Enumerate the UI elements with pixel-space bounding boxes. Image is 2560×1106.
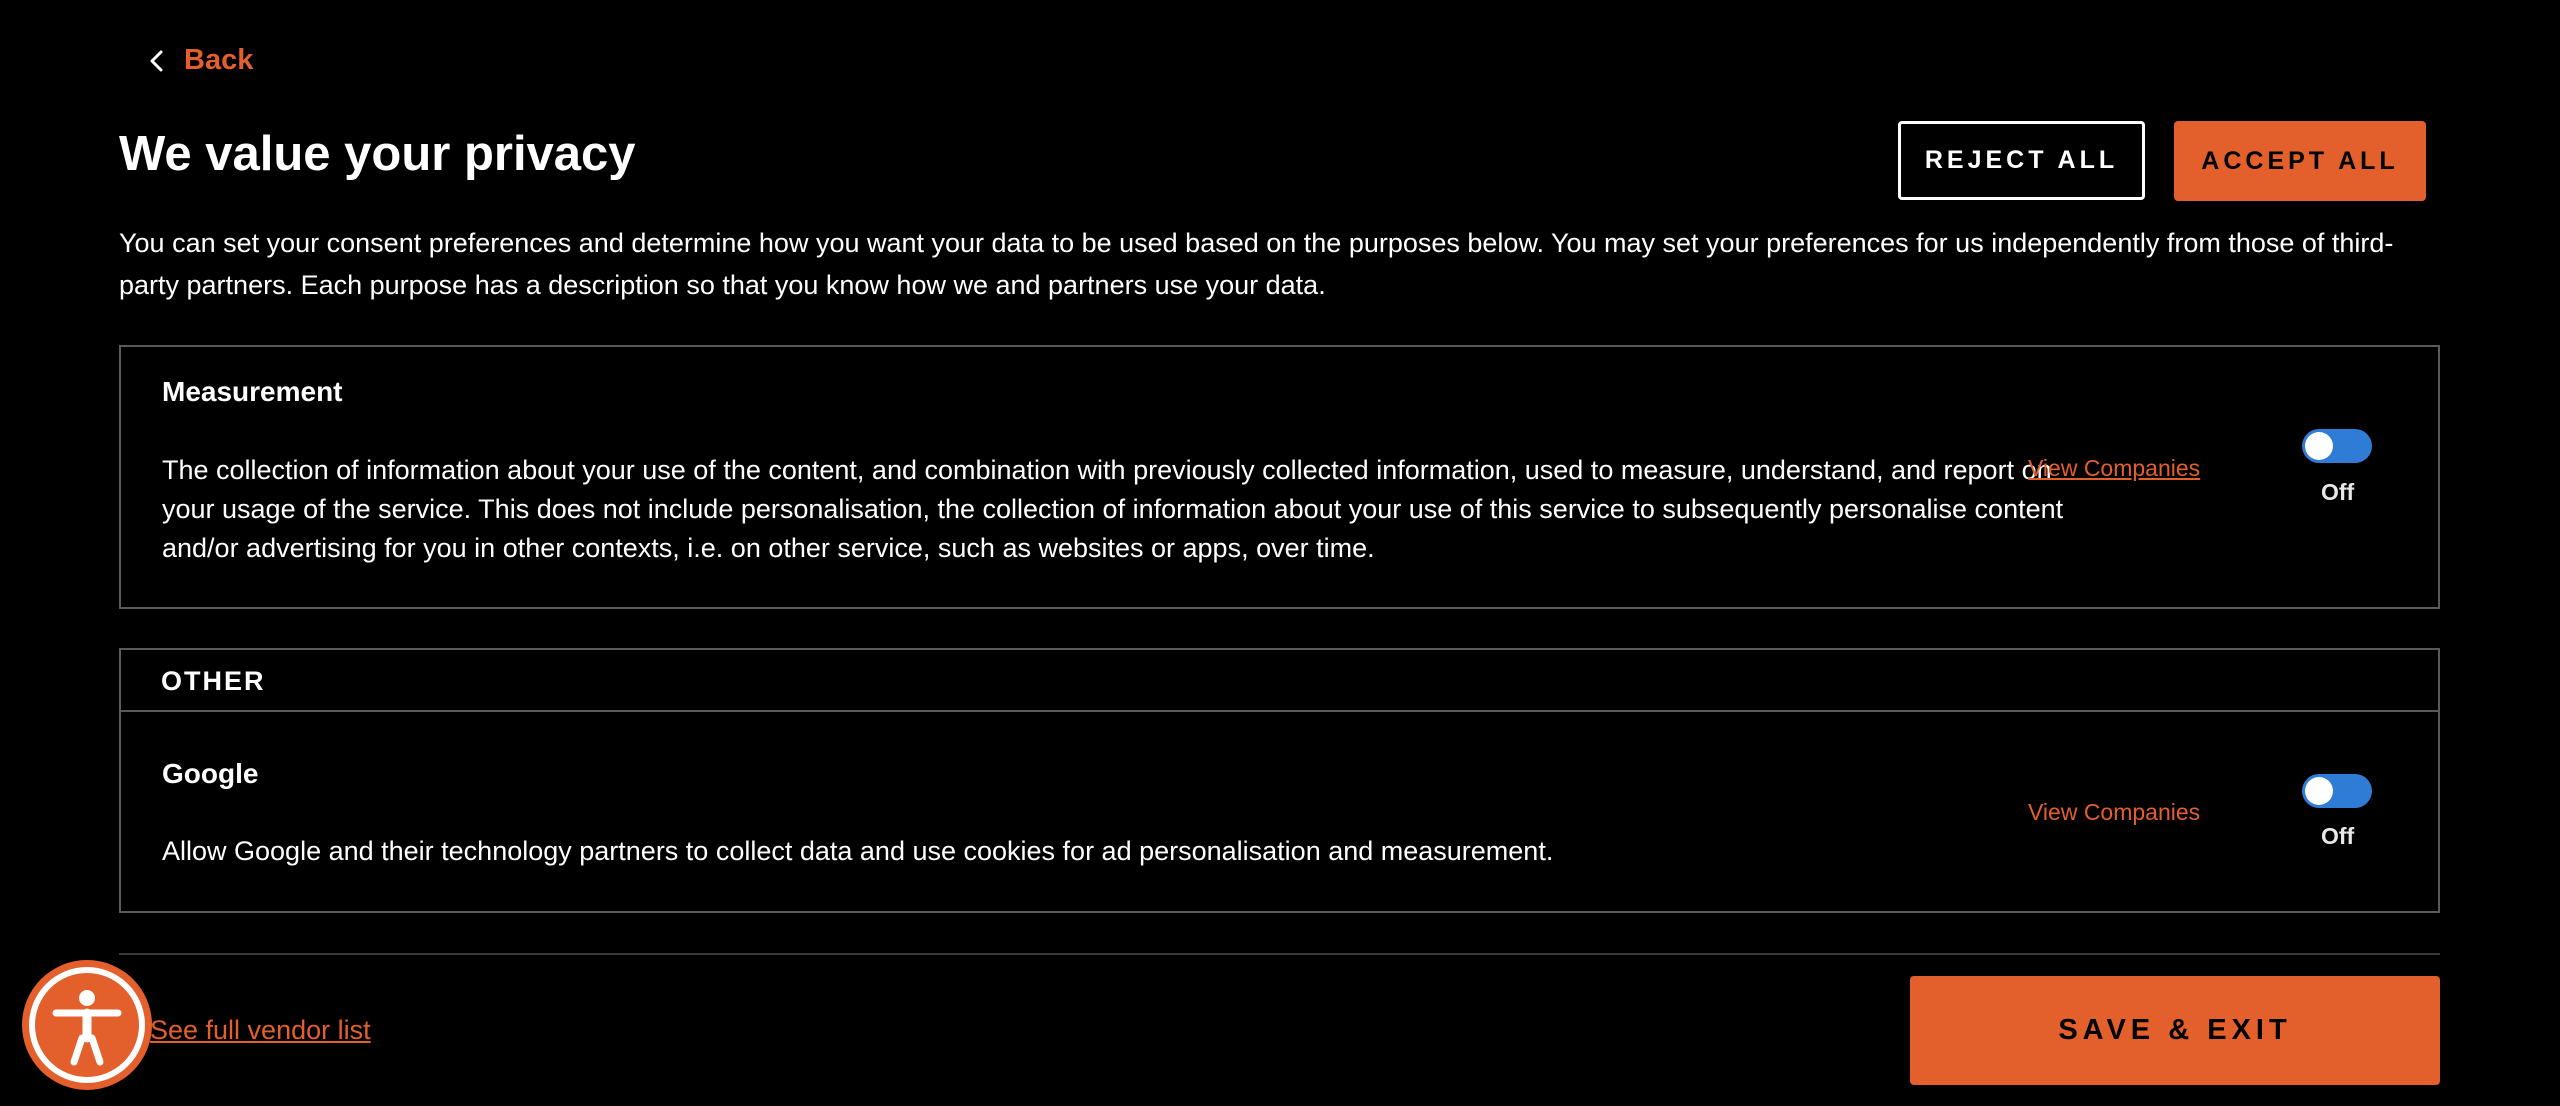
purpose-measurement: Measurement The collection of informatio…	[119, 345, 2440, 609]
view-companies-link[interactable]: View Companies	[2028, 455, 2200, 482]
purpose-title: Measurement	[162, 376, 343, 407]
vendor-description: Allow Google and their technology partne…	[162, 836, 1554, 866]
other-section-title: OTHER	[161, 666, 266, 696]
other-section-header: OTHER	[121, 650, 2438, 712]
full-vendor-list-link[interactable]: See full vendor list	[150, 1015, 371, 1046]
save-and-exit-button[interactable]: SAVE & EXIT	[1910, 976, 2440, 1085]
footer-divider	[119, 953, 2440, 955]
toggle-status: Off	[2321, 479, 2355, 505]
intro-text: You can set your consent preferences and…	[119, 228, 2394, 300]
measurement-toggle[interactable]	[2302, 429, 2372, 463]
accept-all-button[interactable]: ACCEPT ALL	[2174, 121, 2426, 201]
privacy-preferences-page: Back We value your privacy REJECT ALL AC…	[0, 0, 2560, 1106]
vendor-title: Google	[162, 758, 259, 789]
toggle-status: Off	[2321, 823, 2355, 849]
google-toggle[interactable]	[2302, 774, 2372, 808]
toggle-knob	[2305, 777, 2333, 805]
accessibility-icon	[29, 967, 145, 1083]
view-companies-link[interactable]: View Companies	[2028, 799, 2200, 826]
other-section: OTHER Google Allow Google and their tech…	[119, 648, 2440, 913]
accessibility-button[interactable]	[22, 960, 152, 1090]
reject-all-button[interactable]: REJECT ALL	[1898, 121, 2145, 200]
back-link[interactable]: Back	[146, 44, 253, 77]
purpose-description: The collection of information about your…	[162, 455, 2064, 563]
back-label: Back	[184, 44, 254, 76]
toggle-knob	[2305, 432, 2333, 460]
page-title: We value your privacy	[119, 127, 636, 181]
chevron-left-icon	[150, 50, 163, 71]
